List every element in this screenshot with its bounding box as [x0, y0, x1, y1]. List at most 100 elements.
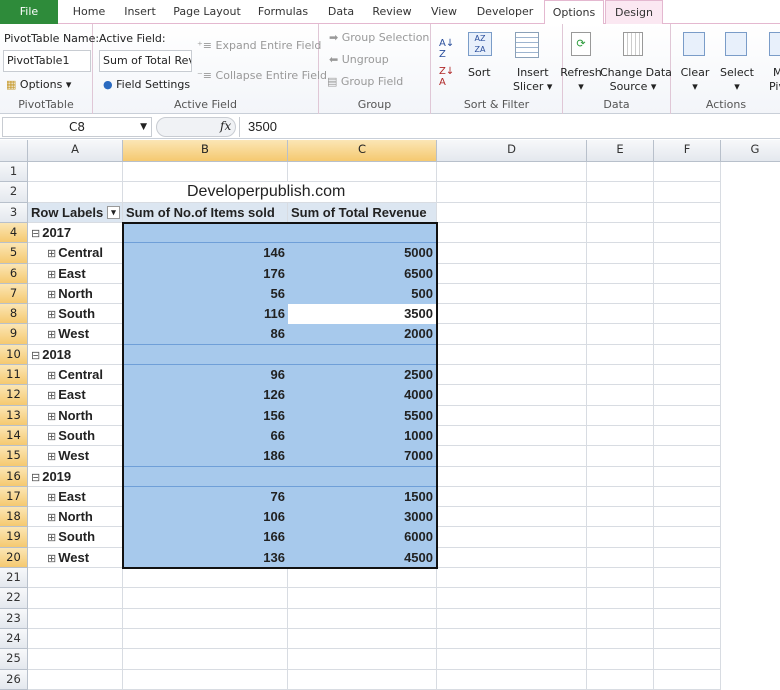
cell-b3[interactable]: Sum of No.of Items sold [123, 203, 288, 223]
expand-icon[interactable]: ⊞ [47, 248, 56, 260]
row-header-17[interactable]: 17 [0, 487, 28, 507]
expand-icon[interactable]: ⊞ [47, 390, 56, 402]
cell-e22[interactable] [587, 588, 654, 609]
clear-button[interactable]: Clear ▾ [677, 66, 713, 94]
cell-b7[interactable]: 56 [123, 284, 288, 304]
ungroup-button[interactable]: ⬅ Ungroup [329, 53, 389, 66]
cell-a21[interactable] [28, 568, 123, 588]
cell-b18[interactable]: 106 [123, 507, 288, 527]
cell-b14[interactable]: 66 [123, 426, 288, 446]
cell-f25[interactable] [654, 649, 721, 670]
row-header-16[interactable]: 16 [0, 467, 28, 487]
cell-b1[interactable] [123, 162, 288, 182]
cell-a3[interactable]: Row Labels ▾ [28, 203, 123, 223]
fx-icon[interactable]: fx [220, 119, 231, 133]
cell-b24[interactable] [123, 629, 288, 649]
sort-button[interactable]: Sort [468, 66, 491, 79]
cell-f16[interactable] [654, 467, 721, 487]
cell-b17[interactable]: 76 [123, 487, 288, 507]
cell-b15[interactable]: 186 [123, 446, 288, 467]
cell-f18[interactable] [654, 507, 721, 527]
row-header-23[interactable]: 23 [0, 609, 28, 629]
row-header-6[interactable]: 6 [0, 264, 28, 284]
cell-e1[interactable] [587, 162, 654, 182]
tab-home[interactable]: Home [64, 0, 114, 24]
expand-icon[interactable]: ⊞ [47, 431, 56, 443]
cell-b22[interactable] [123, 588, 288, 609]
tab-formulas[interactable]: Formulas [250, 0, 316, 24]
cell-a26[interactable] [28, 670, 123, 690]
tab-file[interactable]: File [0, 0, 58, 24]
column-header-d[interactable]: D [437, 140, 587, 162]
cell-f24[interactable] [654, 629, 721, 649]
row-header-8[interactable]: 8 [0, 304, 28, 324]
row-header-13[interactable]: 13 [0, 406, 28, 426]
cell-a8[interactable]: ⊞ South [28, 304, 123, 324]
row-header-9[interactable]: 9 [0, 324, 28, 345]
change-data-source-button[interactable]: Change Data Source ▾ [600, 66, 672, 94]
cell-e10[interactable] [587, 345, 654, 365]
chevron-down-icon[interactable]: ▼ [140, 118, 147, 136]
row-header-1[interactable]: 1 [0, 162, 28, 182]
cell-a15[interactable]: ⊞ West [28, 446, 123, 467]
cell-d16[interactable] [437, 467, 587, 487]
expand-icon[interactable]: ⊞ [47, 269, 56, 281]
cell-b8[interactable]: 116 [123, 304, 288, 324]
row-header-4[interactable]: 4 [0, 223, 28, 243]
column-header-f[interactable]: F [654, 140, 721, 162]
cell-d10[interactable] [437, 345, 587, 365]
cell-c25[interactable] [288, 649, 437, 670]
cell-a17[interactable]: ⊞ East [28, 487, 123, 507]
row-header-26[interactable]: 26 [0, 670, 28, 690]
cell-a13[interactable]: ⊞ North [28, 406, 123, 426]
cell-f22[interactable] [654, 588, 721, 609]
cell-f6[interactable] [654, 264, 721, 284]
column-header-e[interactable]: E [587, 140, 654, 162]
cell-e19[interactable] [587, 527, 654, 548]
cell-f3[interactable] [654, 203, 721, 223]
cell-c23[interactable] [288, 609, 437, 629]
cell-d23[interactable] [437, 609, 587, 629]
cell-f26[interactable] [654, 670, 721, 690]
tab-view[interactable]: View [422, 0, 466, 24]
sort-z-a-icon[interactable]: Z↓ A [439, 66, 454, 88]
cell-b6[interactable]: 176 [123, 264, 288, 284]
row-header-7[interactable]: 7 [0, 284, 28, 304]
cell-f5[interactable] [654, 243, 721, 264]
expand-icon[interactable]: ⊞ [47, 532, 56, 544]
cell-d25[interactable] [437, 649, 587, 670]
row-header-12[interactable]: 12 [0, 385, 28, 406]
cell-e2[interactable] [587, 182, 654, 203]
tab-design[interactable]: Design [605, 0, 663, 24]
select-all-button[interactable] [0, 140, 28, 162]
cell-c5[interactable]: 5000 [288, 243, 437, 264]
cell-e26[interactable] [587, 670, 654, 690]
expand-icon[interactable]: ⊞ [47, 451, 56, 463]
cell-f12[interactable] [654, 385, 721, 406]
cell-d5[interactable] [437, 243, 587, 264]
collapse-icon[interactable]: ⊟ [31, 472, 40, 484]
cell-c6[interactable]: 6500 [288, 264, 437, 284]
active-field-input[interactable]: Sum of Total Reve [99, 50, 192, 72]
cell-f4[interactable] [654, 223, 721, 243]
cell-c15[interactable]: 7000 [288, 446, 437, 467]
cell-d22[interactable] [437, 588, 587, 609]
cell-b10[interactable] [123, 345, 288, 365]
cell-b21[interactable] [123, 568, 288, 588]
cell-f7[interactable] [654, 284, 721, 304]
cell-d18[interactable] [437, 507, 587, 527]
cell-c7[interactable]: 500 [288, 284, 437, 304]
tab-review[interactable]: Review [366, 0, 418, 24]
cell-c9[interactable]: 2000 [288, 324, 437, 345]
cell-e4[interactable] [587, 223, 654, 243]
cell-a22[interactable] [28, 588, 123, 609]
cell-d3[interactable] [437, 203, 587, 223]
cell-b9[interactable]: 86 [123, 324, 288, 345]
options-button[interactable]: ▦ Options ▾ [6, 78, 71, 91]
cell-e12[interactable] [587, 385, 654, 406]
cell-e25[interactable] [587, 649, 654, 670]
cell-c16[interactable] [288, 467, 437, 487]
cell-f21[interactable] [654, 568, 721, 588]
row-header-20[interactable]: 20 [0, 548, 28, 568]
cell-c26[interactable] [288, 670, 437, 690]
